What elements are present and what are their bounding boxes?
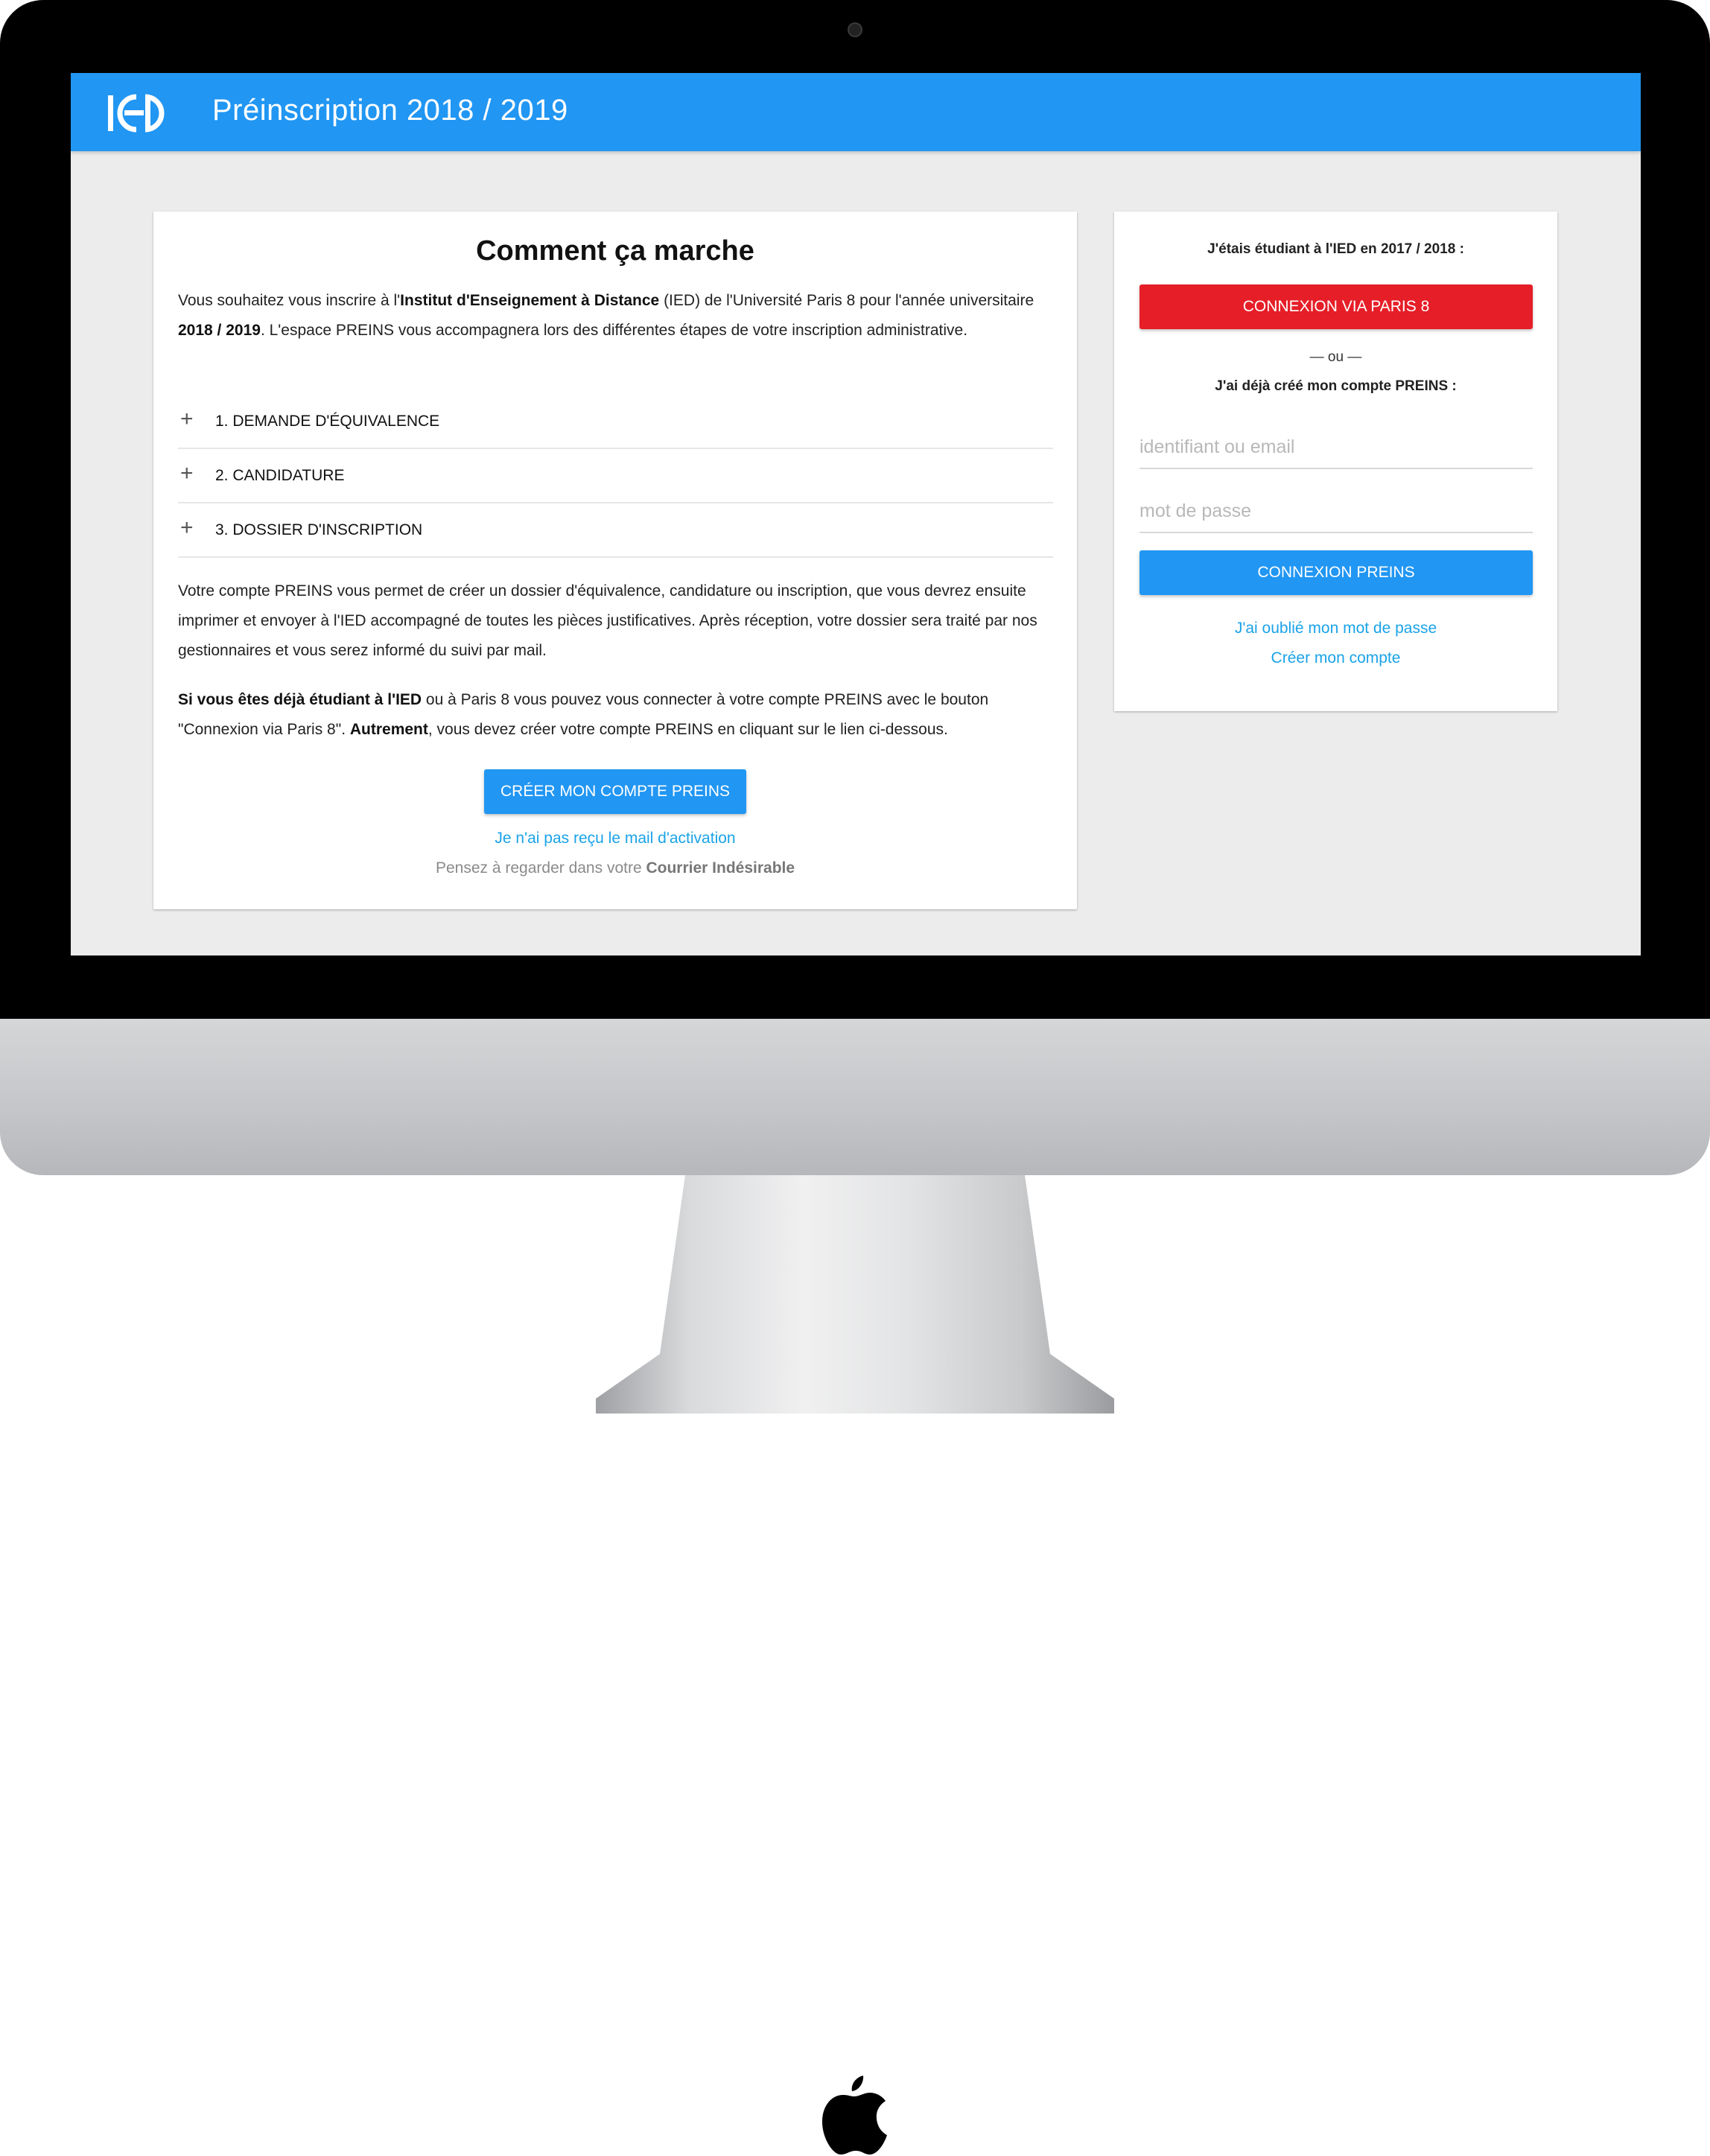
username-field-wrapper xyxy=(1140,429,1533,469)
password-input[interactable] xyxy=(1140,493,1533,529)
login-card: J'étais étudiant à l'IED en 2017 / 2018 … xyxy=(1114,212,1557,711)
plus-icon: + xyxy=(180,461,194,486)
ied-logo[interactable] xyxy=(107,94,175,133)
preins-login-button[interactable]: CONNEXION PREINS xyxy=(1140,550,1533,595)
password-field-wrapper xyxy=(1140,493,1533,533)
intro-text-3: . L'espace PREINS vous accompagnera lors… xyxy=(260,322,968,339)
page-title: Préinscription 2018 / 2019 xyxy=(212,94,568,127)
info-paragraph: Si vous êtes déjà étudiant à l'IED ou à … xyxy=(178,685,1053,745)
accordion-label: 1. DEMANDE D'ÉQUIVALENCE xyxy=(215,413,440,430)
accordion-item-equivalence[interactable]: + 1. DEMANDE D'ÉQUIVALENCE xyxy=(178,395,1053,449)
steps-accordion: + 1. DEMANDE D'ÉQUIVALENCE + 2. CANDIDAT… xyxy=(178,395,1053,558)
info-bold-2: Autrement xyxy=(349,721,428,738)
forgot-password-link[interactable]: J'ai oublié mon mot de passe xyxy=(1114,620,1557,637)
info-text-2: , vous devez créer votre compte PREINS e… xyxy=(428,721,948,738)
app-header: Préinscription 2018 / 2019 xyxy=(71,73,1641,151)
create-account-link[interactable]: Créer mon compte xyxy=(1114,649,1557,667)
monitor-stand xyxy=(596,1175,1114,1414)
apple-logo-icon xyxy=(822,2076,887,2155)
intro-text-2: (IED) de l'Université Paris 8 pour l'ann… xyxy=(659,292,1034,309)
paris8-login-button[interactable]: CONNEXION VIA PARIS 8 xyxy=(1140,284,1533,329)
intro-bold-year: 2018 / 2019 xyxy=(178,322,261,339)
former-student-heading: J'étais étudiant à l'IED en 2017 / 2018 … xyxy=(1207,241,1464,257)
intro-bold-institute: Institut d'Enseignement à Distance xyxy=(400,292,660,309)
monitor-chin xyxy=(0,1019,1710,2155)
spam-note-bold: Courrier Indésirable xyxy=(646,859,795,877)
card-title: Comment ça marche xyxy=(476,235,754,267)
accordion-item-inscription[interactable]: + 3. DOSSIER D'INSCRIPTION xyxy=(178,503,1053,558)
activation-mail-link[interactable]: Je n'ai pas reçu le mail d'activation xyxy=(153,830,1077,848)
create-account-button[interactable]: CRÉER MON COMPTE PREINS xyxy=(484,769,746,814)
camera-icon xyxy=(848,22,862,37)
description-paragraph: Votre compte PREINS vous permet de créer… xyxy=(178,582,1037,659)
username-input[interactable] xyxy=(1140,429,1533,465)
plus-icon: + xyxy=(180,515,194,540)
accordion-item-candidature[interactable]: + 2. CANDIDATURE xyxy=(178,449,1053,503)
info-bold-1: Si vous êtes déjà étudiant à l'IED xyxy=(178,691,422,708)
accordion-label: 3. DOSSIER D'INSCRIPTION xyxy=(215,521,423,538)
spam-note: Pensez à regarder dans votre Courrier In… xyxy=(153,859,1077,877)
browser-screen: Préinscription 2018 / 2019 Comment ça ma… xyxy=(71,73,1641,955)
spam-note-text: Pensez à regarder dans votre xyxy=(435,859,646,877)
existing-account-heading: J'ai déjà créé mon compte PREINS : xyxy=(1215,378,1457,394)
intro-text-1: Vous souhaitez vous inscrire à l' xyxy=(178,292,401,309)
how-it-works-card: Comment ça marche Vous souhaitez vous in… xyxy=(153,212,1077,909)
or-separator: — ou — xyxy=(1309,349,1362,365)
accordion-label: 2. CANDIDATURE xyxy=(215,467,345,484)
intro-paragraph: Vous souhaitez vous inscrire à l'Institu… xyxy=(178,286,1053,346)
plus-icon: + xyxy=(180,407,194,431)
